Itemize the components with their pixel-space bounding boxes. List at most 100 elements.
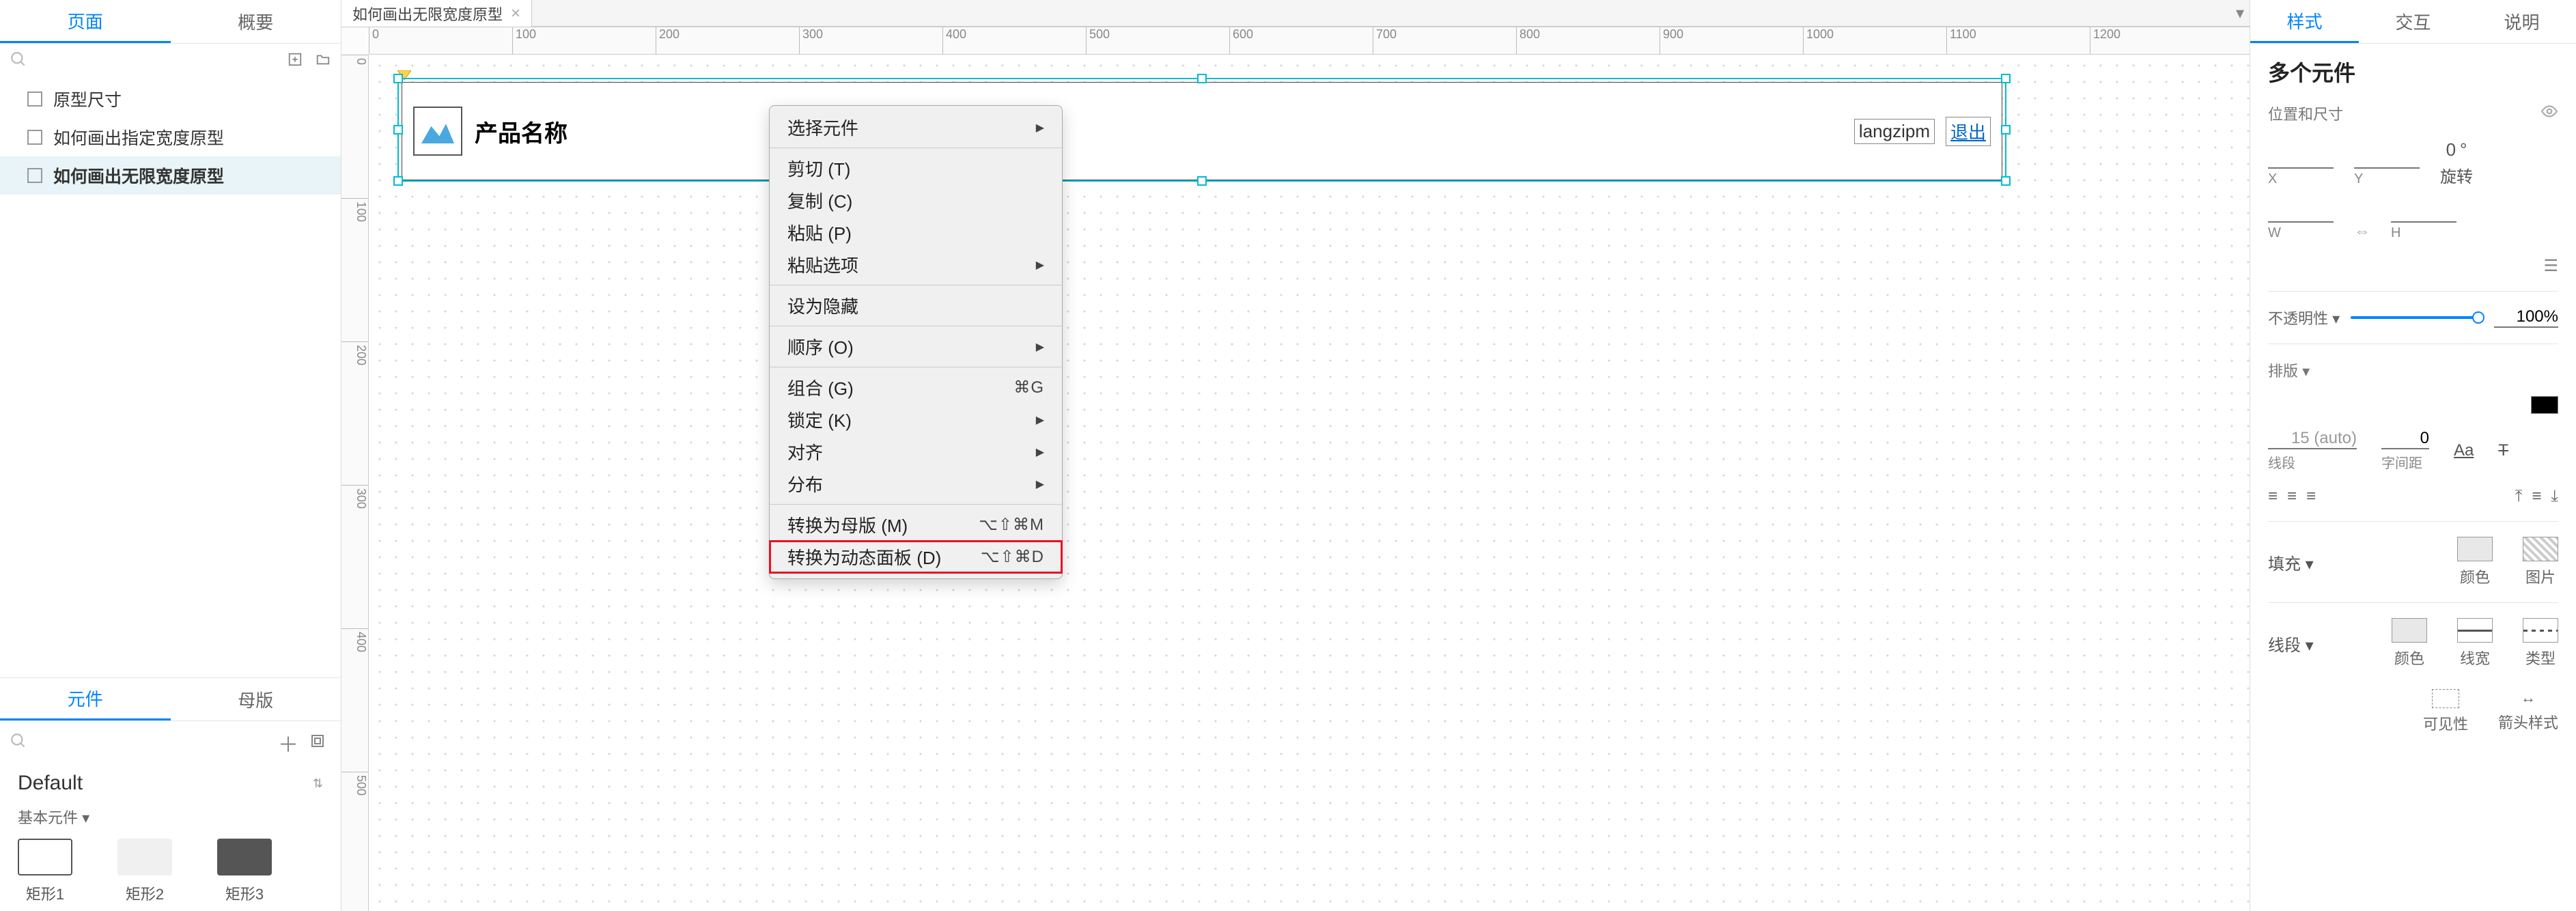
h-input[interactable] (2391, 202, 2456, 223)
widget-item[interactable]: 矩形2 (117, 839, 172, 904)
library-dropdown[interactable]: Default ⇅ (0, 765, 341, 802)
opacity-slider[interactable] (2351, 316, 2483, 319)
page-row[interactable]: 原型尺寸 (0, 80, 341, 118)
h-label: H (2391, 225, 2400, 241)
context-menu-item[interactable]: 转换为母版 (M)⌥⇧⌘M (770, 509, 1062, 541)
right-tabs: 样式 交互 说明 (2250, 0, 2576, 44)
page-row[interactable]: 如何画出无限宽度原型 (0, 156, 341, 195)
context-menu-item[interactable]: 顺序 (O) (770, 331, 1062, 363)
page-row[interactable]: 如何画出指定宽度原型 (0, 118, 341, 156)
widget-item[interactable]: 矩形1 (18, 839, 72, 904)
x-input[interactable] (2268, 148, 2334, 169)
fill-label: 填充 ▾ (2268, 550, 2314, 574)
dot-grid (369, 55, 2250, 911)
add-folder-icon[interactable] (315, 52, 331, 72)
context-menu-item[interactable]: 选择元件 (770, 111, 1062, 143)
widget-shape (117, 839, 172, 875)
stroke-label: 线段 ▾ (2268, 632, 2314, 656)
resize-handle[interactable] (2001, 176, 2011, 186)
align-left-icon[interactable]: ≡ (2268, 487, 2278, 506)
library-dropdown-label: Default (18, 772, 83, 795)
text-color-swatch[interactable] (2531, 396, 2558, 414)
header-widget[interactable]: 产品名称 langzipm 退出 (402, 82, 2002, 180)
selection-box[interactable]: 产品名称 langzipm 退出 (397, 78, 2006, 182)
resize-handle[interactable] (2001, 74, 2011, 83)
widgets-grid: 矩形1 矩形2 矩形3 (0, 832, 341, 911)
close-icon[interactable]: × (511, 4, 520, 23)
visibility-option[interactable]: 可见性 (2423, 689, 2468, 734)
tab-pages[interactable]: 页面 (0, 0, 171, 43)
context-menu-item[interactable]: 对齐 (770, 436, 1062, 468)
align-right-icon[interactable]: ≡ (2306, 487, 2316, 506)
arrow-style-option[interactable]: ↔箭头样式 (2498, 689, 2558, 734)
resize-handle[interactable] (393, 176, 403, 186)
align-row: ≡ ≡ ≡ ⤒ ≡ ⤓ (2268, 487, 2558, 506)
context-menu-item[interactable]: 设为隐藏 (770, 290, 1062, 322)
more-options-icon[interactable]: ☰ (2543, 256, 2558, 276)
tab-masters[interactable]: 母版 (171, 678, 341, 720)
valign-middle-icon[interactable]: ≡ (2532, 487, 2541, 506)
pages-search-row (0, 44, 341, 80)
valign-top-icon[interactable]: ⤒ (2515, 487, 2523, 506)
align-center-icon[interactable]: ≡ (2287, 487, 2297, 506)
user-name-label[interactable]: langzipm (1854, 119, 1935, 144)
lock-aspect-icon[interactable]: ⇔ (2354, 222, 2370, 241)
file-tab[interactable]: 如何画出无限宽度原型 × (341, 0, 532, 27)
stroke-width-option[interactable]: 线宽 (2457, 618, 2493, 669)
context-menu-item[interactable]: 复制 (C) (770, 184, 1062, 216)
context-menu-item[interactable]: 组合 (G)⌘G (770, 372, 1062, 404)
w-input[interactable] (2268, 202, 2334, 223)
stroke-color-option[interactable]: 颜色 (2392, 618, 2427, 669)
tab-notes[interactable]: 说明 (2467, 0, 2576, 43)
widget-label: 矩形3 (225, 882, 264, 904)
product-name-label[interactable]: 产品名称 (475, 115, 568, 148)
resize-handle[interactable] (393, 74, 403, 83)
line-height-input[interactable] (2268, 429, 2357, 449)
letter-spacing-input[interactable] (2381, 429, 2429, 449)
library-search-input[interactable] (38, 733, 267, 754)
rotation-value[interactable]: 0 (2446, 139, 2456, 160)
fill-color-option[interactable]: 颜色 (2457, 537, 2493, 587)
image-placeholder[interactable] (413, 107, 462, 156)
add-library-icon[interactable]: ＋ (278, 728, 298, 758)
context-menu-item[interactable]: 锁定 (K) (770, 404, 1062, 436)
chevron-down-icon[interactable]: ▾ (2236, 3, 2244, 23)
context-menu-item[interactable]: 分布 (770, 468, 1062, 500)
opacity-input[interactable] (2494, 307, 2558, 328)
context-menu-item[interactable]: 粘贴 (P) (770, 216, 1062, 249)
widget-label: 矩形1 (26, 882, 64, 904)
visibility-icon[interactable] (2540, 102, 2558, 124)
logout-link[interactable]: 退出 (1946, 117, 1991, 146)
tab-widgets[interactable]: 元件 (0, 678, 171, 720)
rotation-unit: ° (2460, 139, 2467, 160)
widget-shape (217, 839, 272, 875)
library-options-icon[interactable] (309, 733, 326, 754)
strikethrough-icon[interactable]: T (2498, 441, 2508, 460)
resize-handle[interactable] (1197, 74, 1207, 83)
canvas[interactable]: 产品名称 langzipm 退出 (369, 55, 2250, 911)
file-tabs: 如何画出无限宽度原型 × ▾ (341, 0, 2250, 27)
opacity-label: 不透明性 ▾ (2268, 307, 2340, 328)
resize-handle[interactable] (393, 125, 403, 135)
context-menu-item[interactable]: 转换为动态面板 (D)⌥⇧⌘D (770, 541, 1062, 573)
tab-outline[interactable]: 概要 (171, 0, 341, 43)
slider-thumb[interactable] (2472, 311, 2484, 324)
fill-image-option[interactable]: 图片 (2523, 537, 2558, 587)
pages-search-input[interactable] (33, 51, 282, 72)
resize-handle[interactable] (1197, 176, 1207, 186)
context-menu-item[interactable]: 剪切 (T) (770, 152, 1062, 184)
text-case-icon[interactable]: Aa (2454, 441, 2474, 460)
page-label: 原型尺寸 (53, 87, 122, 111)
tab-style[interactable]: 样式 (2250, 0, 2359, 43)
stroke-type-option[interactable]: 类型 (2523, 618, 2558, 669)
y-input[interactable] (2354, 148, 2420, 169)
context-menu-item[interactable]: 粘贴选项 (770, 249, 1062, 281)
section-label: 位置和尺寸 (2268, 102, 2343, 124)
resize-handle[interactable] (2001, 125, 2011, 135)
valign-bottom-icon[interactable]: ⤓ (2551, 487, 2558, 506)
tab-interaction[interactable]: 交互 (2359, 0, 2467, 43)
widget-item[interactable]: 矩形3 (217, 839, 272, 904)
add-page-icon[interactable] (288, 52, 303, 72)
selection-title: 多个元件 (2268, 56, 2558, 87)
ruler-horizontal: 0100200300400500600700800900100011001200 (369, 27, 2250, 55)
